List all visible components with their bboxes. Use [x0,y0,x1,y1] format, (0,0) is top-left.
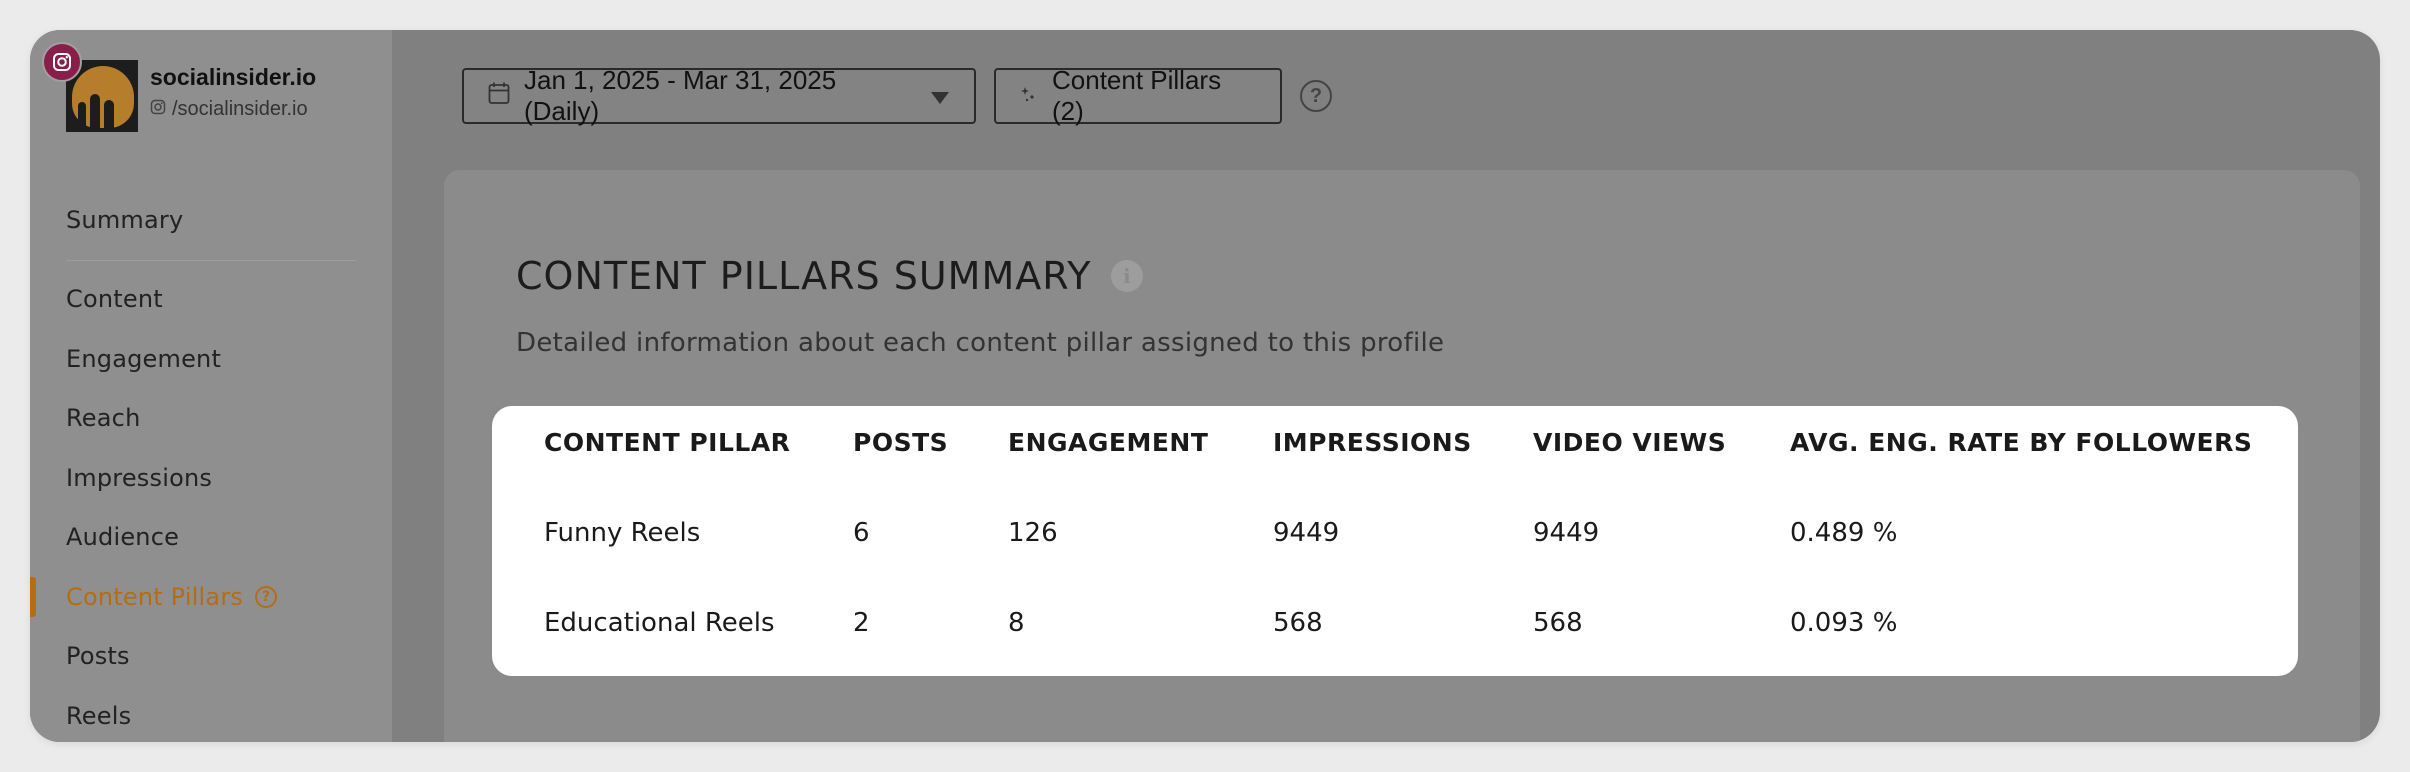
instagram-icon [42,42,82,82]
cell-content-pillar: Funny Reels [544,518,701,548]
sidebar-item-label: Content [66,285,163,313]
sidebar-item-label: Reach [66,404,141,432]
sidebar-item-label: Engagement [66,344,222,373]
table-row[interactable]: Educational Reels 2 8 568 568 0.093 % [492,608,2298,658]
sparkle-icon [1020,81,1038,112]
sidebar-item-reach[interactable]: Reach [66,398,356,438]
sidebar-item-label: Content Pillars [66,582,244,611]
cell-video-views: 9449 [1533,518,1600,548]
sidebar-item-label: Posts [66,642,130,670]
profile-name: socialinsider.io [150,64,317,90]
sidebar: socialinsider.io /socialinsider.io Summa… [30,30,392,742]
date-range-label: Jan 1, 2025 - Mar 31, 2025 (Daily) [524,65,837,126]
cell-impressions: 568 [1273,608,1323,638]
cell-video-views: 568 [1533,608,1583,638]
chevron-down-icon [930,81,950,112]
sidebar-item-content-pillars[interactable]: Content Pillars ? [30,576,356,617]
column-header-content-pillar[interactable]: CONTENT PILLAR [544,428,790,457]
sidebar-item-label: Summary [66,206,184,234]
active-indicator [30,576,36,617]
info-icon[interactable]: i [1111,260,1144,292]
sidebar-item-label: Impressions [66,463,213,492]
cell-impressions: 9449 [1273,518,1340,548]
content-pillars-label: Content Pillars (2) [1052,65,1222,126]
cell-engagement: 8 [1008,608,1025,638]
column-header-impressions[interactable]: IMPRESSIONS [1273,428,1472,457]
profile-handle: /socialinsider.io [150,98,308,121]
cell-avg-eng-rate: 0.093 % [1790,608,1898,638]
sidebar-item-label: Audience [66,523,180,551]
page-title: CONTENT PILLARS SUMMARY i [516,254,1144,298]
cell-engagement: 126 [1008,518,1058,548]
sidebar-item-summary[interactable]: Summary [66,200,356,240]
sidebar-item-impressions[interactable]: Impressions [66,458,356,498]
column-header-posts[interactable]: POSTS [853,428,948,457]
sidebar-divider [66,260,356,261]
table-header-row: CONTENT PILLAR POSTS ENGAGEMENT IMPRESSI… [492,428,2298,478]
toolbar: Jan 1, 2025 - Mar 31, 2025 (Daily) Conte… [462,65,1332,126]
help-icon[interactable]: ? [1300,80,1332,112]
sidebar-item-reels[interactable]: Reels [66,696,356,736]
panel-subtitle: Detailed information about each content … [516,328,1445,358]
cell-avg-eng-rate: 0.489 % [1790,518,1898,548]
profile-handle-text: /socialinsider.io [172,98,308,120]
column-header-engagement[interactable]: ENGAGEMENT [1008,428,1208,457]
cell-posts: 2 [853,608,870,638]
cell-content-pillar: Educational Reels [544,608,775,638]
calendar-icon [488,81,510,112]
table-row[interactable]: Funny Reels 6 126 9449 9449 0.489 % [492,518,2298,568]
sidebar-item-engagement[interactable]: Engagement [66,339,356,379]
cell-posts: 6 [853,518,870,548]
sidebar-item-posts[interactable]: Posts [66,636,356,676]
sidebar-item-content[interactable]: Content [66,279,356,319]
sidebar-item-label: Reels [66,701,132,730]
content-pillars-summary-panel: CONTENT PILLARS SUMMARY i Detailed infor… [444,170,2360,742]
help-icon[interactable]: ? [255,585,278,608]
date-range-picker[interactable]: Jan 1, 2025 - Mar 31, 2025 (Daily) [462,65,976,126]
sidebar-item-audience[interactable]: Audience [66,517,356,557]
app-window: socialinsider.io /socialinsider.io Summa… [30,30,2380,742]
panel-title-text: CONTENT PILLARS SUMMARY [516,254,1092,298]
sidebar-nav: Summary Content Engagement Reach Impress… [30,200,356,742]
content-pillars-button[interactable]: Content Pillars (2) [994,65,1282,126]
column-header-video-views[interactable]: VIDEO VIEWS [1533,428,1726,457]
profile-header[interactable]: socialinsider.io /socialinsider.io [42,42,386,132]
content-pillars-table: CONTENT PILLAR POSTS ENGAGEMENT IMPRESSI… [492,406,2298,676]
column-header-avg-eng-rate[interactable]: AVG. ENG. RATE BY FOLLOWERS [1790,428,2252,457]
instagram-small-icon [150,98,166,121]
